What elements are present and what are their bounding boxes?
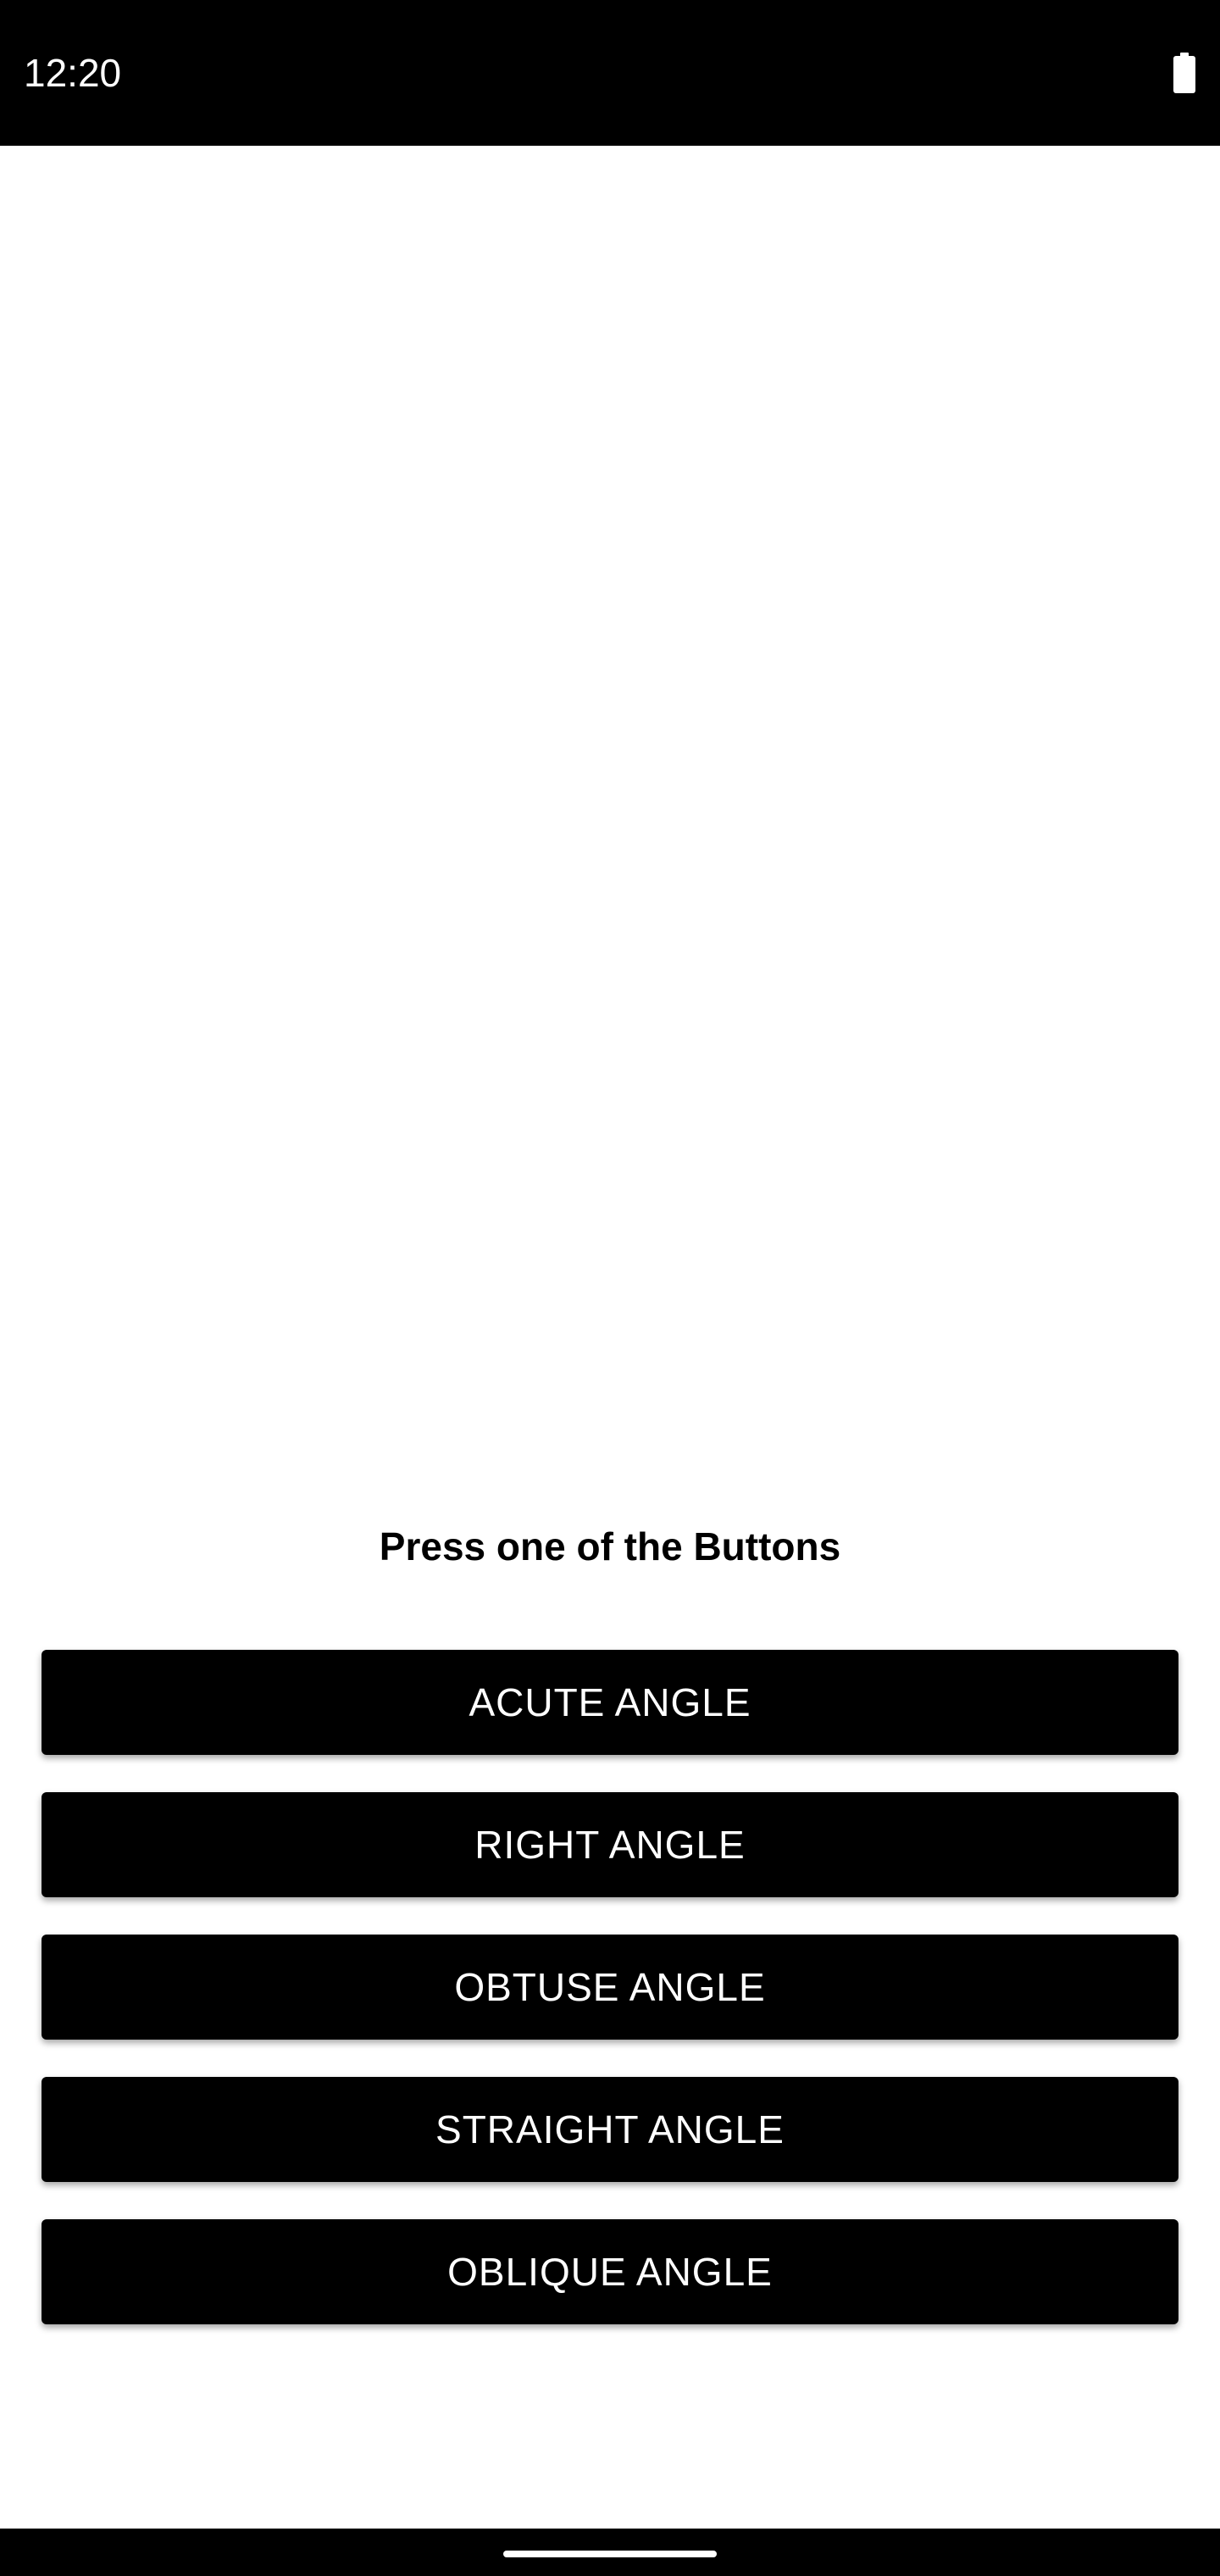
obtuse-angle-button[interactable]: OBTUSE ANGLE [42,1935,1178,2040]
right-angle-button[interactable]: RIGHT ANGLE [42,1792,1178,1897]
status-bar: 12:20 [0,0,1220,146]
oblique-angle-button[interactable]: OBLIQUE ANGLE [42,2219,1178,2324]
straight-angle-button[interactable]: STRAIGHT ANGLE [42,2077,1178,2182]
acute-angle-button[interactable]: ACUTE ANGLE [42,1650,1178,1755]
prompt-text: Press one of the Buttons [379,1524,841,1568]
status-time: 12:20 [24,51,122,95]
navigation-bar [0,2529,1220,2576]
home-indicator[interactable] [503,2551,717,2557]
app-screen: 12:20 Press one of the Buttons ACUTE ANG… [0,0,1220,2576]
battery-full-icon [1173,53,1195,93]
